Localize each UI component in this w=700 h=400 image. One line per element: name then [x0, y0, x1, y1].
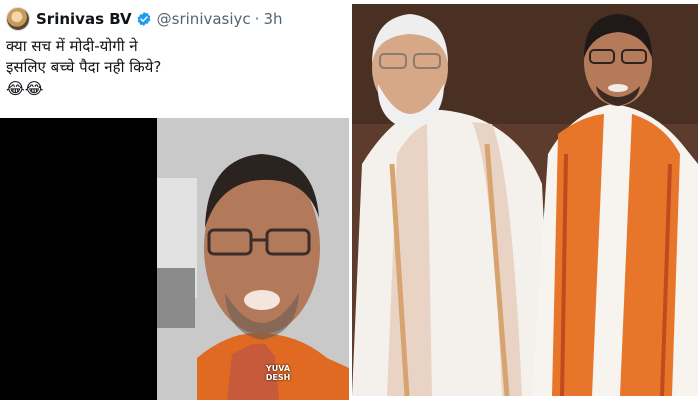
tweet-text-line-1: क्या सच में मोदी-योगी ने: [6, 37, 138, 55]
tweet-header: Srinivas BV @srinivasiyc · 3h: [6, 6, 283, 32]
timestamp[interactable]: 3h: [263, 10, 282, 28]
video-frame: [157, 118, 349, 400]
tweet-screenshot: Srinivas BV @srinivasiyc · 3h क्या सच मे…: [0, 0, 349, 400]
watermark-line-1: YUVA: [265, 364, 291, 373]
tweet-text-line-2: इसलिए बच्चे पैदा नही किये?: [6, 58, 162, 76]
tweet-text: क्या सच में मोदी-योगी ने इसलिए बच्चे पैद…: [6, 36, 346, 99]
video-person-illustration: [157, 118, 349, 400]
yuvadesh-watermark: YUVA DESH: [264, 364, 292, 390]
photo-panel: [352, 4, 698, 396]
display-name[interactable]: Srinivas BV: [36, 10, 132, 28]
verified-badge-icon: [136, 11, 152, 27]
two-men-photo: [352, 4, 698, 396]
user-handle[interactable]: @srinivasiyc: [157, 10, 251, 28]
tweet-video[interactable]: [0, 118, 349, 400]
avatar[interactable]: [6, 7, 30, 31]
laughing-emoji: 😂😂: [6, 79, 44, 98]
watermark-line-2: DESH: [265, 373, 291, 382]
separator-dot: ·: [254, 10, 260, 28]
